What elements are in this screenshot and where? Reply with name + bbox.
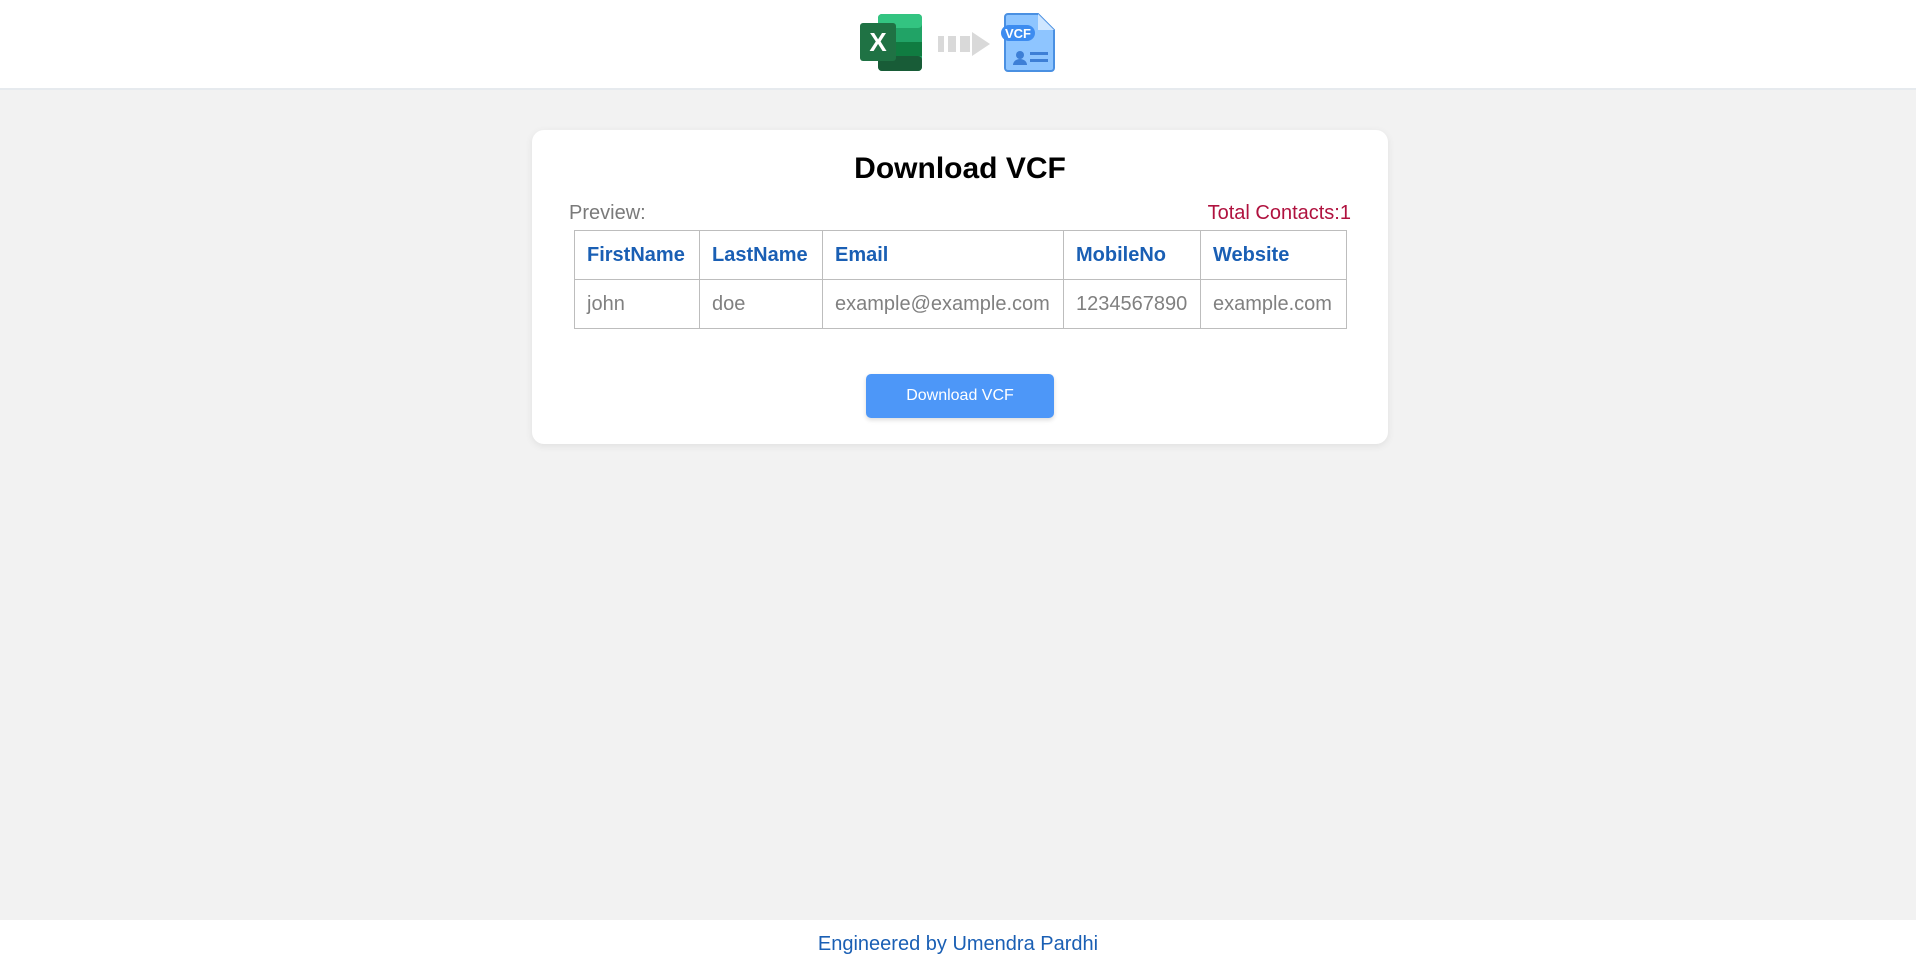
- vcf-badge-label: VCF: [1005, 26, 1031, 41]
- column-header-mobileno: MobileNo: [1063, 230, 1201, 280]
- download-card: Download VCF Preview: Total Contacts:1 F…: [532, 130, 1388, 444]
- excel-letter: X: [869, 27, 887, 57]
- download-vcf-button[interactable]: Download VCF: [866, 374, 1054, 418]
- page-title: Download VCF: [854, 152, 1066, 185]
- arrow-right-icon: [938, 32, 990, 56]
- footer: Engineered by Umendra Pardhi: [0, 920, 1916, 963]
- column-header-website: Website: [1200, 230, 1347, 280]
- cell-mobileno: 1234567890: [1063, 279, 1201, 329]
- preview-label: Preview:: [569, 202, 646, 224]
- top-bar: X VCF: [0, 0, 1916, 90]
- excel-icon: X: [860, 14, 922, 71]
- vcf-file-icon: VCF: [1001, 13, 1055, 72]
- column-header-firstname: FirstName: [574, 230, 700, 280]
- preview-table: FirstName LastName Email MobileNo Websit…: [574, 230, 1347, 329]
- table-row: john doe example@example.com 1234567890 …: [574, 279, 1347, 329]
- footer-credit-link[interactable]: Engineered by Umendra Pardhi: [818, 933, 1098, 956]
- column-header-lastname: LastName: [699, 230, 823, 280]
- column-header-email: Email: [822, 230, 1064, 280]
- cell-lastname: doe: [699, 279, 823, 329]
- cell-website: example.com: [1200, 279, 1347, 329]
- preview-table-container: FirstName LastName Email MobileNo Websit…: [574, 230, 1347, 329]
- table-header-row: FirstName LastName Email MobileNo Websit…: [574, 230, 1347, 280]
- cell-email: example@example.com: [822, 279, 1064, 329]
- cell-firstname: john: [574, 279, 700, 329]
- app-logo: X VCF: [858, 12, 1058, 74]
- total-contacts-count: Total Contacts:1: [1207, 202, 1351, 224]
